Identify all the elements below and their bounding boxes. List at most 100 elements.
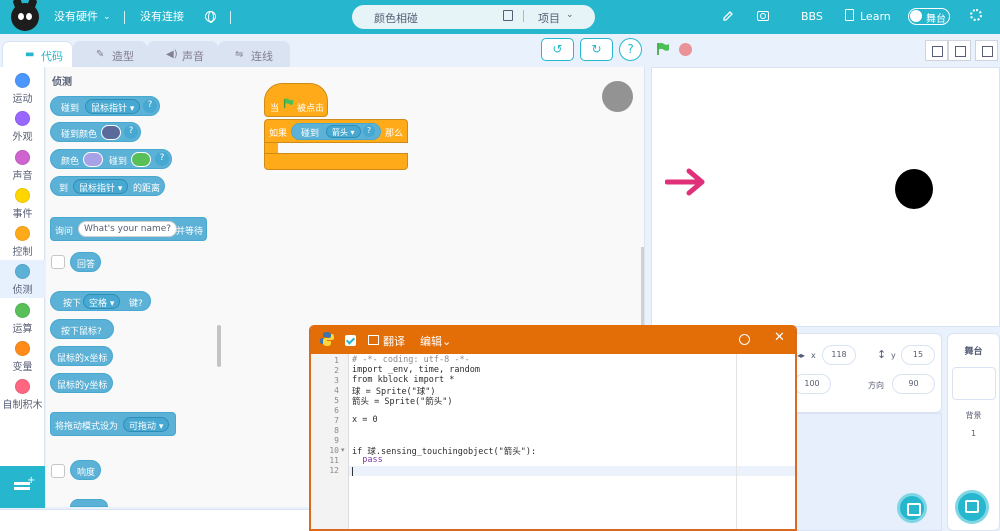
- ask-question-input[interactable]: What's your name?: [78, 221, 178, 237]
- category-looks[interactable]: 外观: [0, 107, 45, 145]
- project-title-box[interactable]: 颜色相碰 项目 ⌄: [352, 5, 595, 29]
- stage[interactable]: [651, 67, 1000, 327]
- touching-color-block[interactable]: 碰到颜色 ?: [50, 122, 141, 142]
- mouse-y-block[interactable]: 鼠标的y坐标: [50, 373, 113, 393]
- stage-thumbnail[interactable]: [952, 367, 996, 400]
- x-position-input[interactable]: 118: [822, 345, 856, 365]
- hardware-menu[interactable]: 没有硬件: [54, 10, 98, 24]
- category-sensing[interactable]: 侦测: [0, 260, 45, 298]
- pencil-icon[interactable]: [722, 10, 734, 22]
- color-swatch[interactable]: [131, 152, 151, 167]
- edit-menu[interactable]: 编辑⌄: [420, 333, 451, 349]
- green-flag-icon[interactable]: [656, 42, 670, 56]
- events-dot-icon: [15, 188, 30, 203]
- bbs-link[interactable]: BBS: [801, 10, 823, 24]
- app-logo-icon[interactable]: [11, 3, 39, 31]
- tab-sound[interactable]: ◀) 声音: [147, 41, 218, 67]
- tab-costume[interactable]: ✎ 造型: [73, 41, 147, 67]
- color-touching-color-block[interactable]: 颜色 碰到 ?: [50, 149, 172, 169]
- connection-menu[interactable]: 没有连接: [140, 10, 184, 24]
- python-code-editor[interactable]: 1 2 3 4 5 6 7 8 9 10 ▾ 11 12 # -*- codin…: [311, 354, 795, 529]
- undo-button[interactable]: ↺: [541, 38, 574, 61]
- ask-and-wait-block[interactable]: 询问 What's your name? 并等待: [50, 217, 207, 241]
- loudness-reporter-block[interactable]: 响度: [70, 460, 101, 480]
- dropdown-value: 空格: [89, 299, 108, 309]
- project-menu[interactable]: 项目: [538, 10, 560, 26]
- close-icon[interactable]: ✕: [774, 330, 785, 345]
- backdrop-label: 背景: [965, 411, 982, 420]
- answer-monitor-checkbox[interactable]: [51, 255, 65, 269]
- ball-sprite[interactable]: [895, 169, 933, 209]
- sync-checkbox[interactable]: [345, 335, 356, 346]
- block-text: 如果: [269, 129, 288, 139]
- category-label: 控制: [12, 247, 33, 258]
- category-my-blocks[interactable]: 自制积木: [0, 375, 45, 413]
- gear-icon[interactable]: [970, 9, 982, 21]
- set-drag-mode-block[interactable]: 将拖动模式设为 可拖动 ▾: [50, 412, 176, 436]
- block-text: 的距离: [133, 184, 161, 194]
- tab-code[interactable]: ▬ 代码: [2, 41, 73, 68]
- if-then-block[interactable]: 如果 碰到 箭头 ▾ ? 那么: [264, 119, 408, 170]
- redo-button[interactable]: ↻: [580, 38, 613, 61]
- key-pressed-block[interactable]: 按下 空格 ▾ 键?: [50, 291, 151, 311]
- mouse-down-block[interactable]: 按下鼠标?: [50, 319, 114, 339]
- color-swatch[interactable]: [83, 152, 103, 167]
- line-number: 7: [334, 416, 339, 425]
- block-text: 回答: [77, 260, 96, 270]
- distance-target-dropdown[interactable]: 鼠标指针 ▾: [73, 179, 129, 194]
- category-control[interactable]: 控制: [0, 222, 45, 260]
- learn-link[interactable]: Learn: [860, 10, 891, 24]
- touching-object-block[interactable]: 碰到 鼠标指针 ▾ ?: [50, 96, 160, 116]
- category-motion[interactable]: 运动: [0, 69, 45, 107]
- direction-input[interactable]: 90: [892, 374, 935, 394]
- status-bar: [0, 509, 309, 531]
- key-dropdown[interactable]: 空格 ▾: [83, 294, 121, 309]
- distance-to-block[interactable]: 到 鼠标指针 ▾ 的距离: [50, 176, 165, 196]
- loudness-monitor-checkbox[interactable]: [51, 464, 65, 478]
- help-button[interactable]: ?: [619, 38, 642, 61]
- fullscreen-button[interactable]: [975, 40, 998, 61]
- touching-arrow-condition[interactable]: 碰到 箭头 ▾ ?: [291, 123, 381, 140]
- line-number: 12: [329, 466, 339, 475]
- language-globe-icon[interactable]: [205, 11, 216, 23]
- run-icon[interactable]: [739, 334, 750, 345]
- add-extension-button[interactable]: +: [0, 466, 45, 508]
- category-events[interactable]: 事件: [0, 184, 45, 222]
- palette-scrollbar[interactable]: [217, 325, 221, 367]
- add-backdrop-button[interactable]: [955, 490, 989, 524]
- project-name[interactable]: 颜色相碰: [374, 10, 418, 26]
- category-label: 事件: [12, 209, 33, 220]
- block-text: ?: [143, 99, 157, 113]
- reporter-block[interactable]: [70, 499, 108, 507]
- category-operators[interactable]: 运算: [0, 299, 45, 337]
- touching-target-dropdown[interactable]: 箭头 ▾: [326, 125, 361, 138]
- mouse-x-block[interactable]: 鼠标的x坐标: [50, 346, 113, 366]
- drag-mode-dropdown[interactable]: 可拖动 ▾: [123, 417, 170, 432]
- fold-caret-icon[interactable]: ▾: [341, 446, 345, 454]
- color-swatch[interactable]: [101, 125, 121, 140]
- category-sound[interactable]: 声音: [0, 146, 45, 184]
- dropdown-value: 鼠标指针: [91, 104, 128, 114]
- category-variables[interactable]: 变量: [0, 337, 45, 375]
- dropdown-value: 鼠标指针: [79, 184, 116, 194]
- small-stage-button[interactable]: [925, 40, 948, 61]
- line-number: 2: [334, 366, 339, 375]
- large-stage-button[interactable]: [948, 40, 971, 61]
- when-flag-clicked-block[interactable]: 当 被点击: [264, 83, 328, 117]
- translate-button[interactable]: 翻译: [383, 333, 405, 349]
- y-position-input[interactable]: 15: [901, 345, 935, 365]
- code-line: import _env, time, random: [352, 365, 480, 375]
- touching-object-dropdown[interactable]: 鼠标指针 ▾: [85, 99, 141, 114]
- save-icon[interactable]: [503, 10, 513, 21]
- divider: [523, 10, 524, 22]
- arrow-sprite-icon[interactable]: [665, 168, 707, 196]
- add-sprite-button[interactable]: [897, 493, 927, 523]
- answer-reporter-block[interactable]: 回答: [70, 252, 101, 272]
- stop-icon[interactable]: [679, 43, 692, 56]
- camera-icon[interactable]: [757, 11, 769, 21]
- stage-mode-toggle[interactable]: 舞台: [908, 8, 950, 25]
- tab-connect[interactable]: ⇋ 连线: [218, 41, 290, 67]
- line-number: 5: [334, 396, 339, 405]
- size-input[interactable]: 100: [793, 374, 831, 394]
- script-area-scrollbar[interactable]: [641, 247, 644, 327]
